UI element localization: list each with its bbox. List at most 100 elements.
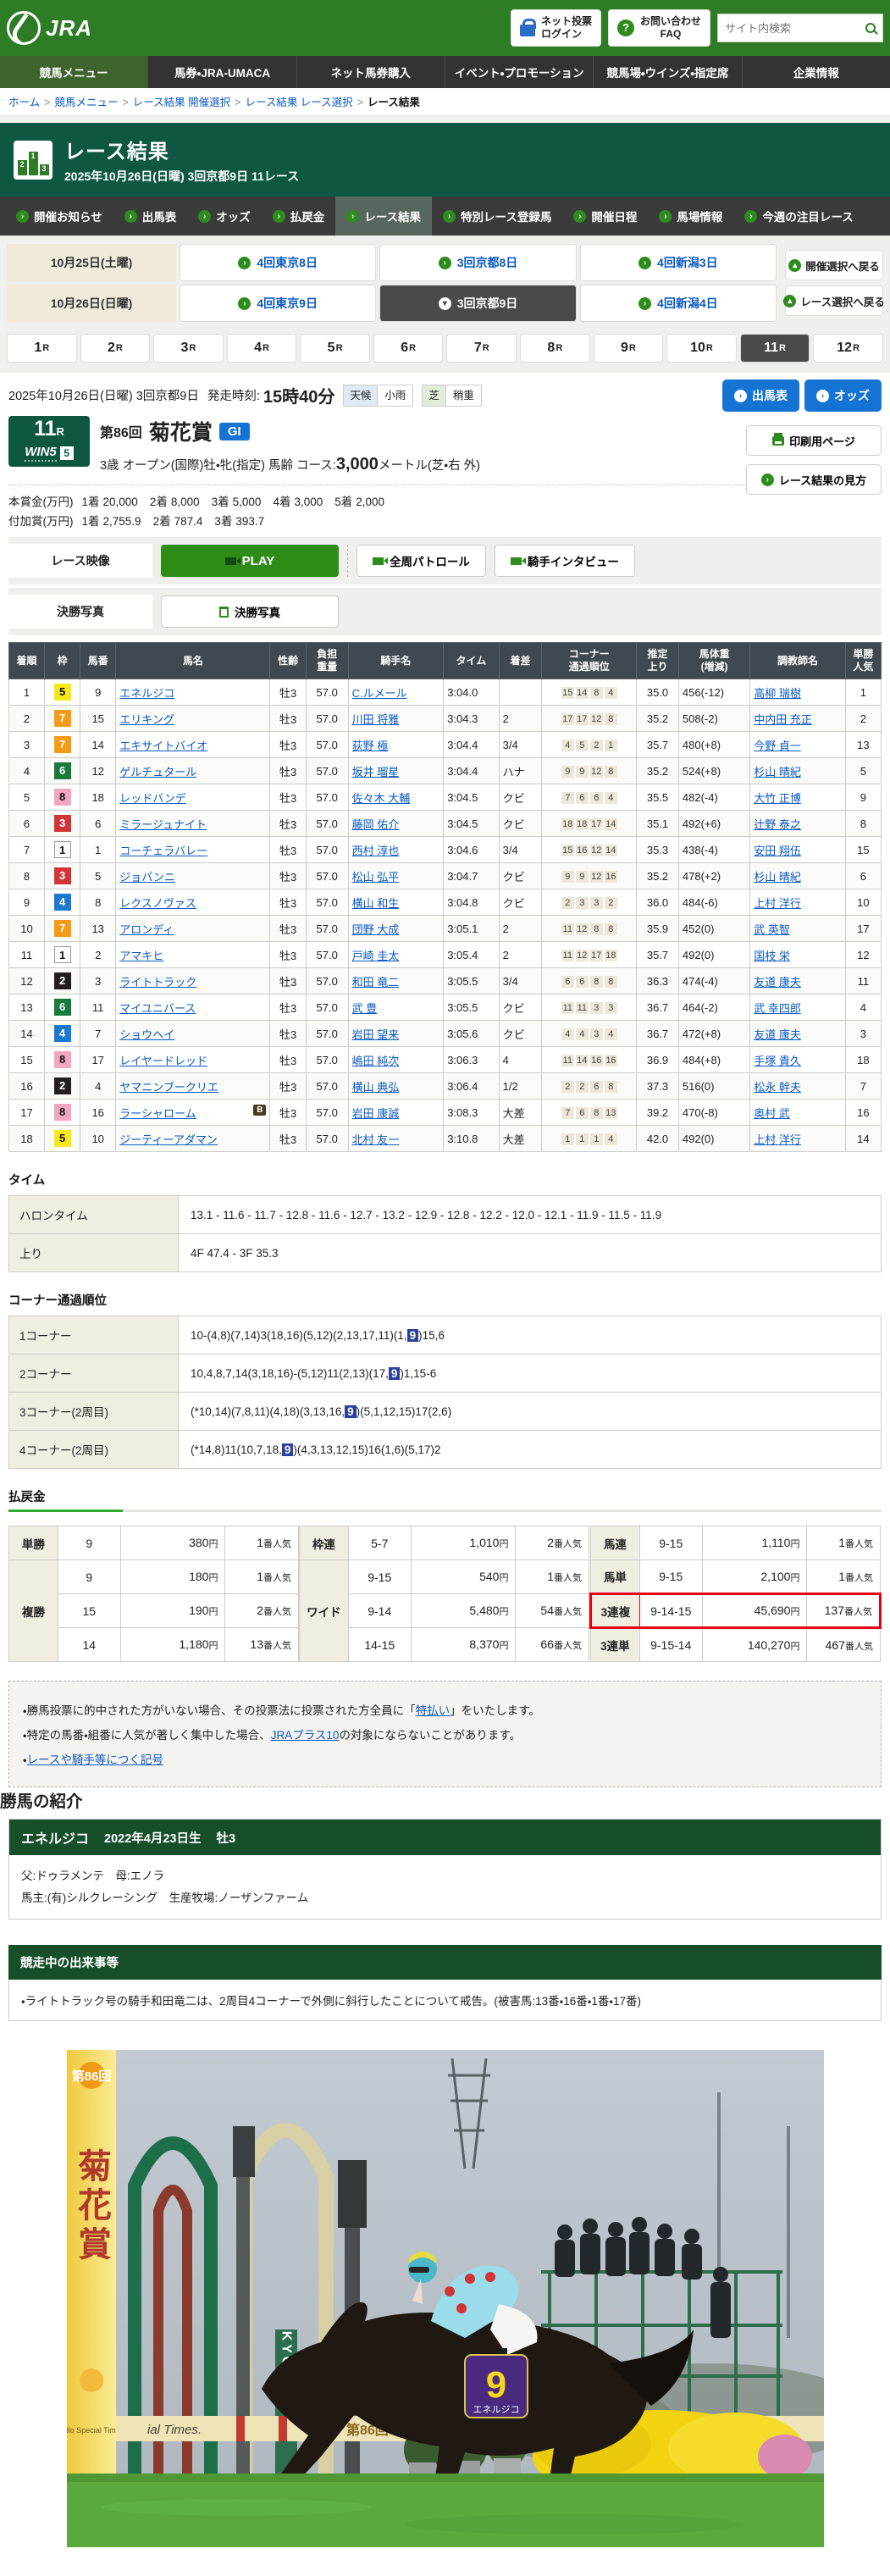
horse-name-link[interactable]: ジョバンニ: [119, 871, 175, 884]
meeting-button-1-2[interactable]: ›3回京都8日: [379, 244, 576, 281]
nav-item-5[interactable]: 競馬場・ウインズ・指定席: [593, 56, 741, 88]
trainer-link[interactable]: 安田 翔伍: [754, 845, 801, 857]
race-tab-4r[interactable]: 4R: [227, 334, 297, 363]
jockey-interview-button[interactable]: 騎手インタビュー: [495, 545, 635, 577]
race-tab-5r[interactable]: 5R: [300, 334, 370, 363]
trainer-link[interactable]: 上村 洋行: [754, 1133, 801, 1146]
subnav-item-4[interactable]: ›払戻金: [262, 197, 336, 235]
race-tab-8r[interactable]: 8R: [520, 334, 590, 363]
jockey-link[interactable]: 武 豊: [352, 1002, 378, 1015]
jockey-link[interactable]: 横山 典弘: [352, 1081, 400, 1094]
trainer-link[interactable]: 今野 貞一: [754, 740, 801, 752]
net-vote-login-button[interactable]: ネット投票 ログイン: [511, 9, 601, 47]
trainer-link[interactable]: 手塚 貴久: [754, 1055, 801, 1067]
jockey-link[interactable]: 岩田 康誠: [352, 1107, 400, 1120]
jockey-link[interactable]: 川田 将雅: [352, 713, 400, 726]
breadcrumb-link[interactable]: レース結果 レース選択: [245, 97, 352, 108]
horse-name-link[interactable]: アマキヒ: [119, 950, 163, 962]
jockey-link[interactable]: 藤岡 佑介: [352, 818, 400, 831]
breadcrumb-link[interactable]: ホーム: [8, 97, 40, 108]
jra-logo[interactable]: JRA: [7, 11, 92, 45]
race-tab-11r[interactable]: 11R: [740, 334, 810, 363]
trainer-link[interactable]: 国枝 栄: [754, 950, 790, 962]
nav-item-6[interactable]: 企業情報: [742, 56, 890, 88]
finish-photo-button[interactable]: 決勝写真: [161, 596, 339, 628]
race-tab-2r[interactable]: 2R: [80, 334, 151, 363]
horse-name-link[interactable]: ジーティーアダマン: [119, 1133, 218, 1146]
jockey-link[interactable]: 松山 弘平: [352, 871, 400, 884]
horse-name-link[interactable]: エキサイトバイオ: [119, 740, 207, 752]
horse-name-link[interactable]: ミラージュナイト: [119, 818, 207, 831]
play-button[interactable]: PLAY: [161, 545, 339, 577]
subnav-item-2[interactable]: ›出馬表: [113, 197, 188, 235]
nav-item-4[interactable]: イベント・プロモーション: [445, 56, 593, 88]
race-tab-6r[interactable]: 6R: [373, 334, 444, 363]
note-link[interactable]: レースや騎手等につく記号: [27, 1753, 163, 1766]
subnav-item-3[interactable]: ›オッズ: [187, 197, 262, 235]
howto-read-button[interactable]: ›レース結果の見方: [746, 464, 882, 495]
horse-name-link[interactable]: ラーシャローム: [119, 1107, 196, 1120]
trainer-link[interactable]: 辻野 泰之: [754, 818, 801, 831]
horse-name-link[interactable]: ショウヘイ: [119, 1028, 174, 1041]
race-tab-9r[interactable]: 9R: [594, 334, 664, 363]
print-page-button[interactable]: 印刷用ページ: [746, 425, 882, 456]
trainer-link[interactable]: 杉山 晴紀: [754, 871, 801, 884]
meeting-button-1-3[interactable]: ›4回新潟3日: [580, 244, 777, 281]
horse-name-link[interactable]: レイヤードレッド: [119, 1055, 207, 1067]
odds-button[interactable]: ›オッズ: [804, 379, 882, 412]
trainer-link[interactable]: 杉山 晴紀: [754, 766, 801, 778]
trainer-link[interactable]: 武 英智: [754, 923, 790, 936]
jockey-link[interactable]: 団野 大成: [352, 923, 400, 936]
subnav-item-9[interactable]: ›今週の注目レース: [733, 197, 864, 235]
meeting-button-2-2[interactable]: ▾3回京都9日: [379, 285, 576, 322]
race-tab-1r[interactable]: 1R: [7, 334, 77, 363]
trainer-link[interactable]: 大竹 正博: [754, 792, 801, 805]
note-link[interactable]: JRAプラス10: [271, 1729, 340, 1742]
meeting-button-1-1[interactable]: ›4回東京8日: [180, 244, 376, 281]
nav-item-3[interactable]: ネット馬券購入: [296, 56, 445, 88]
horse-name-link[interactable]: レッドバンデ: [119, 792, 186, 805]
search-icon[interactable]: [865, 23, 876, 33]
back-to-race-button[interactable]: ▴レース選択へ戻る: [785, 285, 883, 316]
patrol-video-button[interactable]: 全周パトロール: [357, 545, 486, 577]
horse-name-link[interactable]: エリキング: [119, 713, 174, 726]
trainer-link[interactable]: 中内田 充正: [754, 713, 812, 726]
subnav-item-6[interactable]: ›特別レース登録馬: [432, 197, 562, 235]
breadcrumb-link[interactable]: レース結果 開催選択: [133, 97, 230, 108]
jockey-link[interactable]: 岩田 望来: [352, 1028, 400, 1041]
trainer-link[interactable]: 松永 幹夫: [754, 1081, 801, 1094]
meeting-button-2-1[interactable]: ›4回東京9日: [180, 285, 376, 322]
jockey-link[interactable]: 佐々木 大輔: [352, 792, 411, 805]
trainer-link[interactable]: 奥村 武: [754, 1107, 790, 1120]
horse-name-link[interactable]: ヤマニンブークリエ: [119, 1081, 218, 1094]
trainer-link[interactable]: 武 幸四郎: [754, 1002, 801, 1015]
horse-name-link[interactable]: ライトトラック: [119, 976, 196, 989]
subnav-item-8[interactable]: ›馬場情報: [648, 197, 733, 235]
note-link[interactable]: 特払い: [416, 1704, 451, 1717]
horse-name-link[interactable]: アロンディ: [119, 923, 174, 936]
jockey-link[interactable]: 横山 和生: [352, 897, 400, 910]
meeting-button-2-3[interactable]: ›4回新潟4日: [580, 285, 777, 322]
jockey-link[interactable]: 北村 友一: [352, 1133, 400, 1146]
subnav-item-5[interactable]: ›レース結果: [335, 197, 432, 235]
breadcrumb-link[interactable]: 競馬メニュー: [54, 97, 118, 108]
jockey-link[interactable]: C.ルメール: [352, 687, 407, 700]
jockey-link[interactable]: 嶋田 純次: [352, 1055, 400, 1067]
entries-button[interactable]: ›出馬表: [722, 379, 799, 412]
subnav-item-7[interactable]: ›開催日程: [562, 197, 648, 235]
jockey-link[interactable]: 和田 竜二: [352, 976, 400, 989]
search-input[interactable]: [725, 22, 860, 35]
race-tab-7r[interactable]: 7R: [446, 334, 517, 363]
trainer-link[interactable]: 高柳 瑞樹: [754, 687, 801, 700]
horse-name-link[interactable]: コーチェラバレー: [119, 845, 207, 857]
jockey-link[interactable]: 西村 淳也: [352, 845, 400, 857]
race-tab-12r[interactable]: 12R: [813, 334, 883, 363]
subnav-item-1[interactable]: ›開催お知らせ: [5, 197, 113, 235]
horse-name-link[interactable]: ゲルチュタール: [119, 766, 196, 778]
trainer-link[interactable]: 友道 康夫: [754, 976, 801, 989]
horse-name-link[interactable]: エネルジコ: [119, 687, 174, 700]
horse-name-link[interactable]: マイユニバース: [119, 1002, 196, 1015]
jockey-link[interactable]: 荻野 極: [352, 740, 389, 752]
horse-name-link[interactable]: レクスノヴァス: [119, 897, 196, 910]
faq-button[interactable]: ? お問い合わせ FAQ: [608, 9, 710, 47]
